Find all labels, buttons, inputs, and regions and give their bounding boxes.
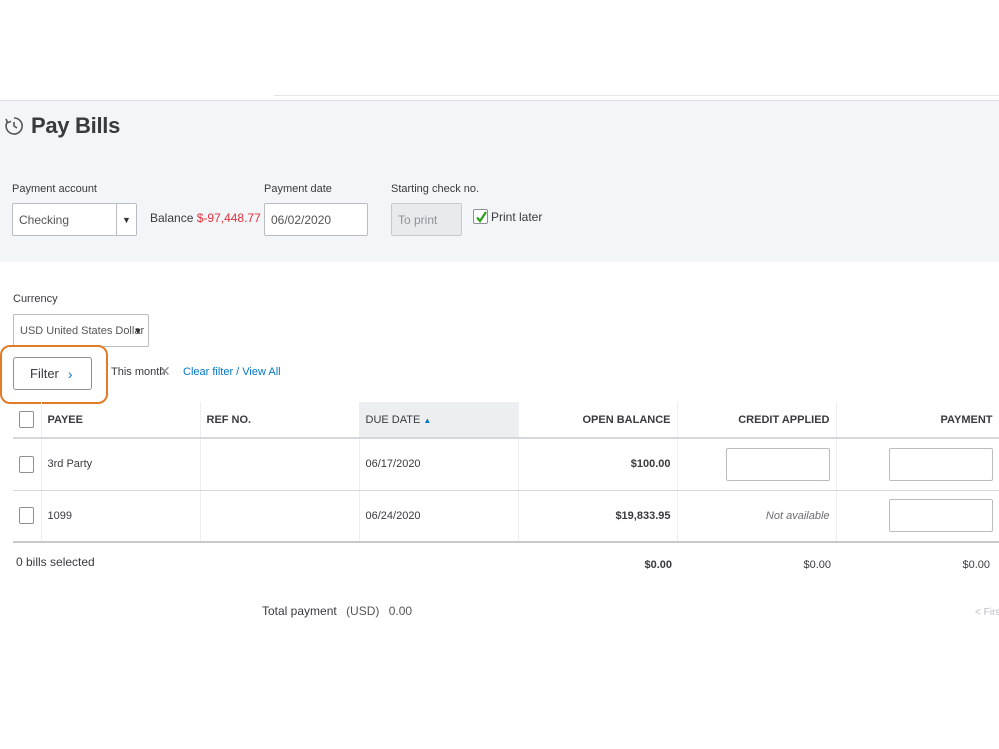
currency-select[interactable]: USD United States Dollar ▼ bbox=[13, 314, 149, 347]
column-header-payee[interactable]: PAYEE bbox=[41, 402, 201, 439]
starting-check-placeholder: To print bbox=[398, 212, 438, 227]
balance-display: Balance $-97,448.77 bbox=[150, 211, 261, 225]
payment-total: $0.00 bbox=[962, 559, 990, 571]
open-balance-cell: $19,833.95 bbox=[518, 490, 678, 543]
currency-value: USD United States Dollar bbox=[20, 324, 145, 337]
total-payment-label: Total payment bbox=[262, 604, 337, 618]
bills-table: PAYEE REF NO. DUE DATE ▲ OPEN BALANCE CR… bbox=[13, 402, 999, 543]
payment-header-panel: Pay Bills Payment account Checking ▼ Bal… bbox=[0, 100, 999, 262]
select-all-cell bbox=[13, 402, 42, 439]
payment-account-select[interactable]: Checking ▼ bbox=[12, 203, 137, 236]
payment-cell bbox=[836, 438, 999, 491]
chevron-right-icon: › bbox=[67, 365, 73, 382]
total-payment-currency: (USD) bbox=[346, 604, 380, 618]
credit-applied-cell bbox=[677, 438, 837, 491]
close-icon[interactable]: ✕ bbox=[159, 363, 171, 380]
row-checkbox[interactable] bbox=[19, 455, 34, 473]
balance-amount: $-97,448.77 bbox=[196, 211, 261, 225]
credit-not-available: Not available bbox=[765, 509, 830, 522]
total-payment-summary: Total payment (USD) 0.00 bbox=[262, 604, 412, 618]
table-row: 3rd Party 06/17/2020 $100.00 bbox=[13, 438, 999, 491]
due-date-cell: 06/24/2020 bbox=[359, 490, 519, 543]
active-filter-label: This month bbox=[111, 366, 166, 378]
payee-cell: 3rd Party bbox=[41, 438, 201, 491]
chevron-down-icon: ▼ bbox=[133, 325, 143, 336]
page-title: Pay Bills bbox=[31, 113, 121, 138]
sort-ascending-icon: ▲ bbox=[423, 415, 432, 425]
payment-account-value: Checking bbox=[19, 212, 70, 227]
table-header-row: PAYEE REF NO. DUE DATE ▲ OPEN BALANCE CR… bbox=[13, 402, 999, 439]
starting-check-label: Starting check no. bbox=[391, 183, 480, 195]
open-balance-cell: $100.00 bbox=[518, 438, 678, 491]
clear-filter-link[interactable]: Clear filter / View All bbox=[183, 366, 281, 378]
ref-no-cell bbox=[200, 490, 360, 543]
row-select-cell bbox=[13, 490, 42, 543]
currency-label: Currency bbox=[13, 293, 58, 305]
print-later-checkbox[interactable] bbox=[473, 209, 488, 224]
payment-cell bbox=[836, 490, 999, 543]
due-date-cell: 06/17/2020 bbox=[359, 438, 519, 491]
due-date-label: DUE DATE bbox=[365, 413, 421, 426]
print-later-label: Print later bbox=[491, 210, 543, 224]
total-payment-value: 0.00 bbox=[388, 604, 413, 618]
payment-input[interactable] bbox=[888, 447, 993, 481]
chevron-down-icon: ▼ bbox=[116, 204, 136, 235]
column-header-credit-applied[interactable]: CREDIT APPLIED bbox=[677, 402, 837, 439]
payment-input[interactable] bbox=[888, 499, 993, 533]
payment-date-input[interactable]: 06/02/2020 bbox=[264, 203, 368, 236]
filter-button-label: Filter bbox=[30, 366, 59, 381]
select-all-checkbox[interactable] bbox=[19, 411, 34, 428]
checkmark-icon bbox=[476, 211, 487, 223]
pay-bills-clock-icon bbox=[5, 117, 23, 135]
starting-check-input: To print bbox=[391, 203, 462, 236]
column-header-open-balance[interactable]: OPEN BALANCE bbox=[518, 402, 678, 439]
column-header-ref-no[interactable]: REF NO. bbox=[200, 402, 360, 439]
column-header-due-date[interactable]: DUE DATE ▲ bbox=[359, 402, 519, 439]
balance-label: Balance bbox=[150, 211, 194, 225]
column-header-payment[interactable]: PAYMENT bbox=[836, 402, 999, 439]
row-select-cell bbox=[13, 438, 42, 491]
ref-no-cell bbox=[200, 438, 360, 491]
credit-applied-cell: Not available bbox=[677, 490, 837, 543]
payee-cell: 1099 bbox=[41, 490, 201, 543]
table-row: 1099 06/24/2020 $19,833.95 Not available bbox=[13, 490, 999, 543]
filter-button[interactable]: Filter › bbox=[13, 357, 92, 390]
credit-applied-total: $0.00 bbox=[803, 559, 831, 571]
payment-date-label: Payment date bbox=[264, 183, 332, 195]
open-balance-total: $0.00 bbox=[644, 559, 672, 571]
top-divider bbox=[274, 95, 999, 96]
bills-selected-count: 0 bills selected bbox=[16, 555, 95, 569]
payment-account-label: Payment account bbox=[12, 183, 97, 195]
credit-applied-input[interactable] bbox=[725, 447, 830, 481]
payment-date-value: 06/02/2020 bbox=[271, 212, 332, 227]
pagination-first-link[interactable]: < First bbox=[975, 607, 999, 618]
row-checkbox[interactable] bbox=[19, 507, 34, 525]
